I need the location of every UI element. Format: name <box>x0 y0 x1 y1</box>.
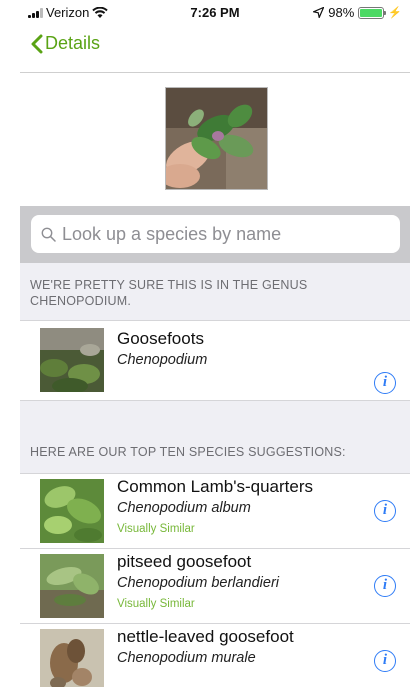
genus-scientific-name: Chenopodium <box>117 352 208 368</box>
search-bar[interactable] <box>31 215 400 253</box>
species-common-name: nettle-leaved goosefoot <box>117 627 294 646</box>
app-screen: Verizon 7:26 PM 98% ⚡ Details Look up a … <box>20 0 410 687</box>
chevron-left-icon <box>31 34 43 53</box>
status-right: 98% ⚡ <box>313 5 402 20</box>
back-button-label: Details <box>45 33 101 53</box>
back-button[interactable]: Details <box>30 33 100 54</box>
search-input[interactable] <box>62 223 382 245</box>
observation-photo[interactable] <box>165 87 268 190</box>
visually-similar-tag: Visually Similar <box>117 523 195 535</box>
location-arrow-icon <box>313 7 325 18</box>
genus-thumbnail <box>40 328 104 392</box>
navigation-bar: Details <box>20 24 410 72</box>
info-icon[interactable]: i <box>374 372 396 394</box>
species-scientific-name: Chenopodium album <box>117 500 251 516</box>
genus-common-name: Goosefoots <box>117 329 204 348</box>
search-icon <box>41 227 56 242</box>
species-thumbnail <box>40 479 104 543</box>
charging-bolt-icon: ⚡ <box>388 7 402 19</box>
species-section-header: HERE ARE OUR TOP TEN SPECIES SUGGESTIONS… <box>30 445 346 459</box>
species-thumbnail <box>40 629 104 687</box>
info-icon[interactable]: i <box>374 575 396 597</box>
battery-fill <box>360 8 382 17</box>
species-row[interactable]: nettle-leaved goosefoot Chenopodium mura… <box>20 623 410 687</box>
species-row[interactable]: pitseed goosefoot Chenopodium berlandier… <box>20 548 410 623</box>
species-common-name: Common Lamb's-quarters <box>117 477 313 496</box>
species-common-name: pitseed goosefoot <box>117 552 252 571</box>
info-icon[interactable]: i <box>374 650 396 672</box>
observation-photo-section <box>20 72 410 206</box>
visually-similar-tag: Visually Similar <box>117 598 195 610</box>
genus-result-row[interactable]: Goosefoots Chenopodium i <box>20 320 410 400</box>
genus-section-header: WE'RE PRETTY SURE THIS IS IN THE GENUS C… <box>20 263 410 320</box>
battery-icon <box>358 6 387 19</box>
species-row[interactable]: Common Lamb's-quarters Chenopodium album… <box>20 473 410 548</box>
search-section <box>20 206 410 263</box>
species-thumbnail <box>40 554 104 618</box>
species-scientific-name: Chenopodium murale <box>117 650 256 666</box>
battery-percent: 98% <box>328 5 355 20</box>
species-scientific-name: Chenopodium berlandieri <box>117 575 280 591</box>
status-bar: Verizon 7:26 PM 98% ⚡ <box>20 0 410 24</box>
info-icon[interactable]: i <box>374 500 396 522</box>
